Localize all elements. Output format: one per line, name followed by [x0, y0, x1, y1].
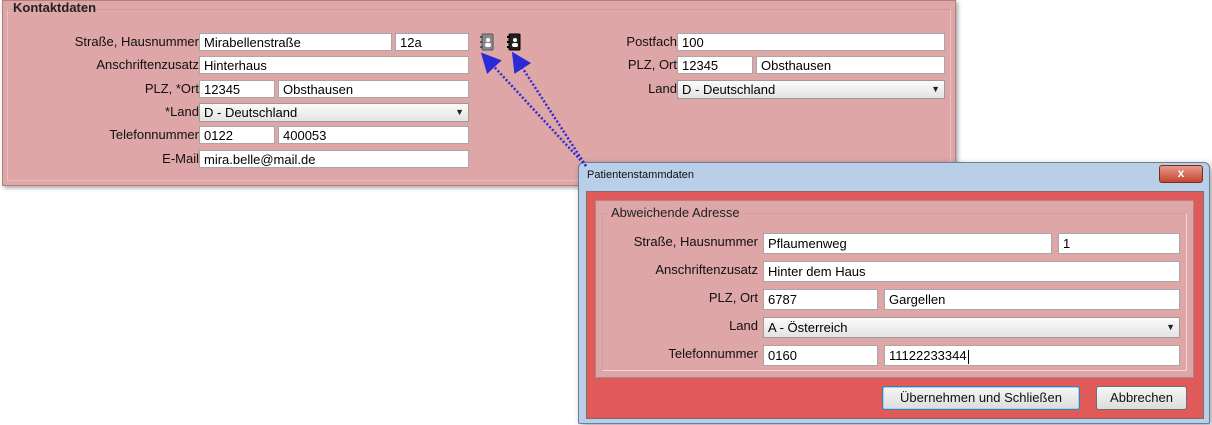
telefon-field[interactable]: 400053: [278, 126, 469, 144]
ort-postfach-field[interactable]: Obsthausen: [756, 56, 945, 74]
strasse-field[interactable]: Mirabellenstraße: [199, 33, 392, 51]
dialog-plz-ort-label: PLZ, Ort: [708, 290, 758, 305]
postfach-field[interactable]: 100: [677, 33, 945, 51]
dialog-ort-field[interactable]: Gargellen: [884, 289, 1180, 310]
cancel-button[interactable]: Abbrechen: [1096, 386, 1187, 410]
address-card-icon-dark[interactable]: [506, 33, 522, 51]
postfach-label: Postfach: [626, 34, 677, 49]
dialog-telefon-field-wrap[interactable]: 11122233344: [884, 345, 1180, 366]
zusatz-field[interactable]: Hinterhaus: [199, 56, 469, 74]
abweichende-adresse-legend: Abweichende Adresse: [608, 205, 743, 220]
land-postfach-select-value: D - Deutschland: [682, 82, 776, 97]
dialog-zusatz-field[interactable]: Hinter dem Haus: [763, 261, 1180, 282]
patientenstammdaten-dialog: Patientenstammdaten x Abweichende Adress…: [578, 162, 1210, 424]
dialog-land-select-value: A - Österreich: [768, 320, 848, 335]
land-postfach-select[interactable]: D - Deutschland ▼: [677, 80, 945, 99]
dialog-telefon-label: Telefonnummer: [668, 346, 758, 361]
strasse-label: Straße, Hausnummer: [74, 34, 199, 49]
dialog-telefon-field: 11122233344: [889, 348, 967, 363]
chevron-down-icon: ▼: [931, 84, 940, 94]
kontaktdaten-legend: Kontaktdaten: [13, 0, 97, 15]
apply-and-close-button[interactable]: Übernehmen und Schließen: [882, 386, 1080, 410]
address-card-icon-gray[interactable]: [479, 33, 495, 51]
text-cursor: [967, 349, 969, 364]
abweichende-adresse-group: Abweichende Adresse Straße, Hausnummer P…: [595, 200, 1194, 378]
dialog-land-label: Land: [729, 318, 758, 333]
ort-field[interactable]: Obsthausen: [278, 80, 469, 98]
hausnummer-field[interactable]: 12a: [395, 33, 469, 51]
dialog-plz-field[interactable]: 6787: [763, 289, 878, 310]
dialog-zusatz-label: Anschriftenzusatz: [655, 262, 758, 277]
chevron-down-icon: ▼: [1166, 322, 1175, 332]
vorwahl-field[interactable]: 0122: [199, 126, 275, 144]
land-label: *Land: [165, 104, 199, 119]
land-select[interactable]: D - Deutschland ▼: [199, 103, 469, 122]
dialog-strasse-label: Straße, Hausnummer: [633, 234, 758, 249]
dialog-strasse-field[interactable]: Pflaumenweg: [763, 233, 1052, 254]
chevron-down-icon: ▼: [455, 107, 464, 117]
dialog-land-select[interactable]: A - Österreich ▼: [763, 317, 1180, 338]
plz-ort-postfach-label: PLZ, Ort: [627, 57, 677, 72]
plz-field[interactable]: 12345: [199, 80, 275, 98]
telefon-label: Telefonnummer: [109, 127, 199, 142]
close-button[interactable]: x: [1159, 165, 1203, 183]
plz-ort-label: PLZ, *Ort: [144, 81, 199, 96]
dialog-vorwahl-field[interactable]: 0160: [763, 345, 878, 366]
land-select-value: D - Deutschland: [204, 105, 298, 120]
dialog-title: Patientenstammdaten: [587, 169, 695, 181]
dialog-body: Abweichende Adresse Straße, Hausnummer P…: [586, 191, 1204, 419]
zusatz-label: Anschriftenzusatz: [96, 57, 199, 72]
email-label: E-Mail: [162, 151, 199, 166]
dialog-hausnummer-field[interactable]: 1: [1058, 233, 1180, 254]
plz-postfach-field[interactable]: 12345: [677, 56, 753, 74]
close-icon: x: [1177, 166, 1185, 180]
land-postfach-label: Land: [648, 81, 677, 96]
email-field[interactable]: mira.belle@mail.de: [199, 150, 469, 168]
kontaktdaten-panel: Kontaktdaten Straße, Hausnummer Mirabell…: [2, 0, 956, 186]
